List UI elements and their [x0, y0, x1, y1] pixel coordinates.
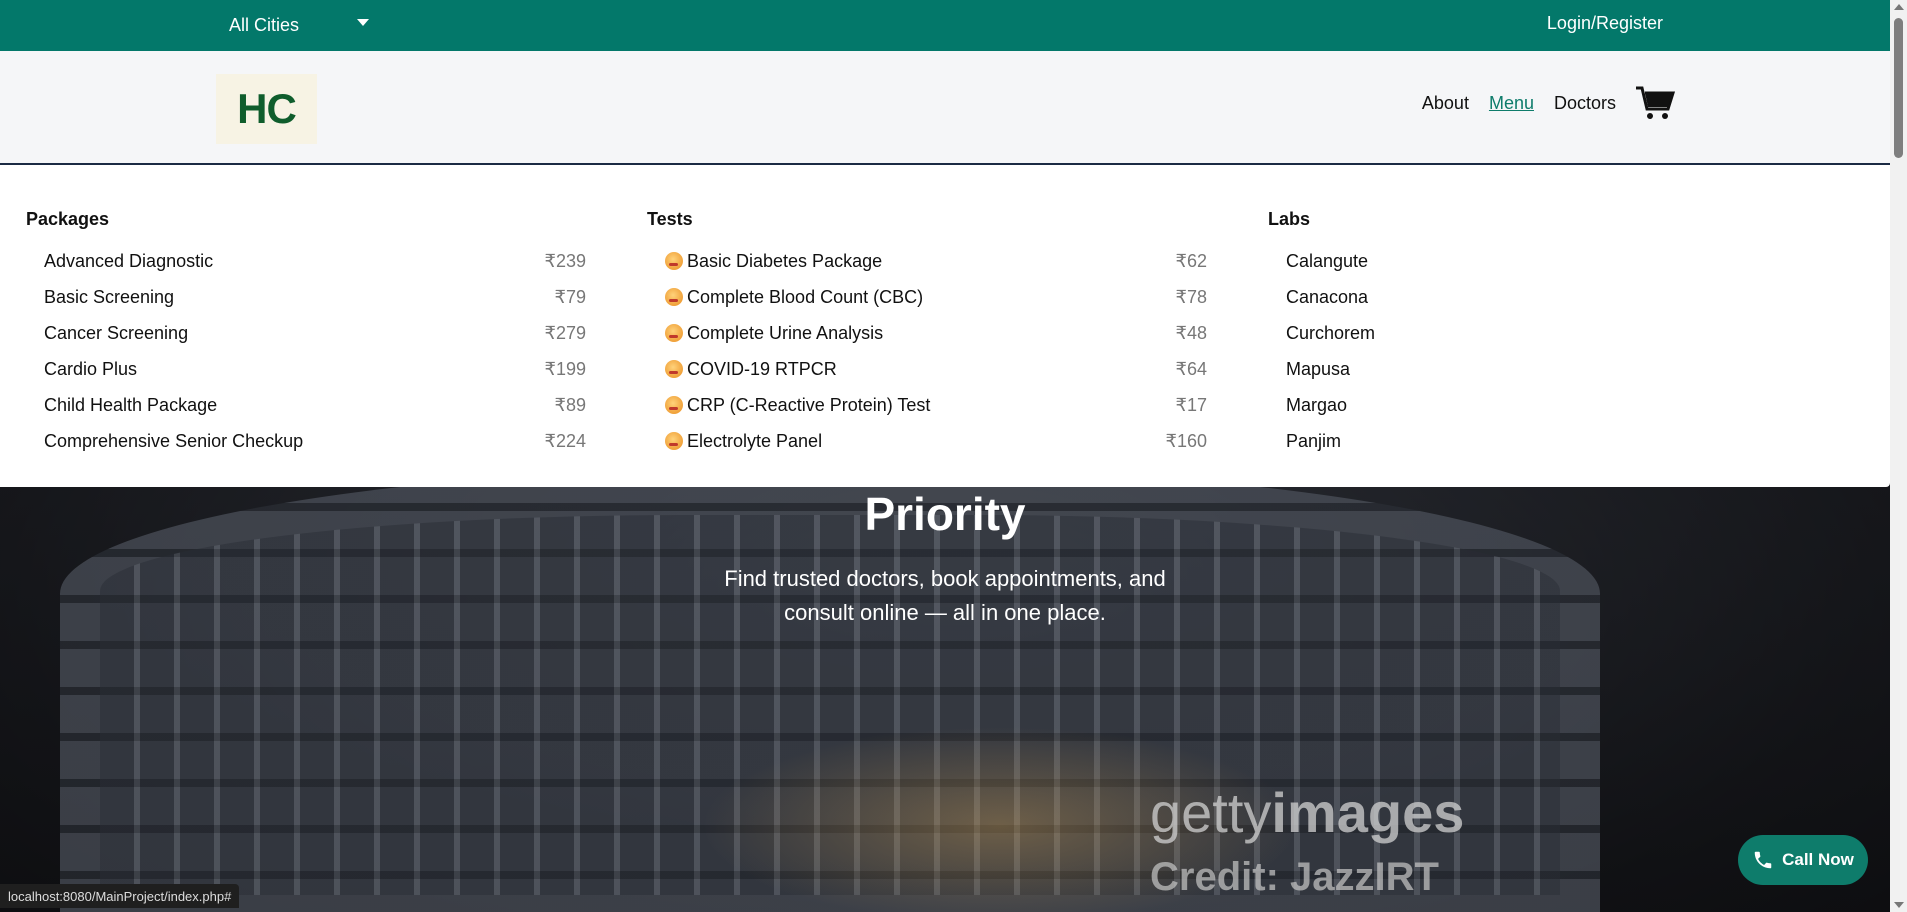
list-item[interactable]: Advanced Diagnostic ₹239 [26, 243, 586, 279]
hero-title: Priority [864, 488, 1026, 540]
test-emoji-icon [665, 395, 683, 414]
list-item[interactable]: Cancer Screening ₹279 [26, 315, 586, 351]
nav-menu[interactable]: Menu [1489, 93, 1534, 114]
list-item[interactable]: Curchorem [1268, 315, 1828, 351]
hero-subtitle: Find trusted doctors, book appointments,… [724, 566, 1166, 625]
list-item[interactable]: Basic Diabetes Package ₹62 [647, 243, 1207, 279]
menu-dropdown: Packages Advanced Diagnostic ₹239 Basic S… [0, 165, 1890, 487]
list-item[interactable]: Complete Urine Analysis ₹48 [647, 315, 1207, 351]
labs-heading: Labs [1268, 209, 1311, 229]
list-item[interactable]: Basic Screening ₹79 [26, 279, 586, 315]
list-item[interactable]: Cardio Plus ₹199 [26, 351, 586, 387]
list-item[interactable]: Comprehensive Senior Checkup ₹224 [26, 423, 586, 459]
list-item[interactable]: Child Health Package ₹89 [26, 387, 586, 423]
status-bar-url: localhost:8080/MainProject/index.php# [0, 884, 240, 908]
list-item[interactable]: Canacona [1268, 279, 1828, 315]
packages-heading: Packages [26, 209, 110, 229]
getty-watermark: gettyimages [1150, 781, 1465, 844]
list-item[interactable]: Calangute [1268, 243, 1828, 279]
test-emoji-icon [665, 287, 683, 306]
test-emoji-icon [665, 431, 683, 450]
page-scrollbar[interactable] [1890, 0, 1907, 912]
main-nav: About Menu Doctors [1402, 85, 1676, 121]
city-select-value: All Cities [229, 14, 300, 35]
login-register-link[interactable]: Login/Register [1547, 13, 1663, 34]
chevron-down-icon [357, 18, 369, 26]
tests-heading: Tests [647, 209, 693, 229]
site-header: HC About Menu Doctors [0, 51, 1890, 165]
city-select[interactable]: All Cities [229, 13, 369, 37]
list-item[interactable]: Mapusa [1268, 351, 1828, 387]
image-credit: Credit: JazzIRT [1150, 855, 1439, 899]
list-item[interactable]: Margao [1268, 387, 1828, 423]
list-item[interactable]: Electrolyte Panel ₹160 [647, 423, 1207, 459]
list-item[interactable]: CRP (C-Reactive Protein) Test ₹17 [647, 387, 1207, 423]
list-item[interactable]: Panjim [1268, 423, 1828, 459]
list-item[interactable]: Complete Blood Count (CBC) ₹78 [647, 279, 1207, 315]
logo[interactable]: HC [216, 74, 317, 144]
nav-about[interactable]: About [1422, 93, 1469, 114]
top-bar: All Cities Login/Register [0, 0, 1890, 51]
packages-column: Packages Advanced Diagnostic ₹239 Basic S… [26, 209, 586, 459]
test-emoji-icon [665, 251, 683, 270]
nav-doctors[interactable]: Doctors [1554, 93, 1616, 114]
test-emoji-icon [665, 323, 683, 342]
scroll-thumb[interactable] [1894, 18, 1903, 158]
list-item[interactable]: COVID-19 RTPCR ₹64 [647, 351, 1207, 387]
phone-icon [1754, 851, 1772, 869]
cart-icon[interactable] [1634, 85, 1676, 121]
scroll-up-icon[interactable] [1894, 4, 1904, 10]
test-emoji-icon [665, 359, 683, 378]
labs-column: Labs Calangute Canacona Curchorem Mapusa… [1268, 209, 1828, 459]
tests-column: Tests Basic Diabetes Package ₹62 Complete… [647, 209, 1207, 459]
call-now-label: Call Now [1782, 850, 1854, 869]
scroll-down-icon[interactable] [1894, 902, 1904, 908]
call-now-button[interactable]: Call Now [1738, 835, 1868, 885]
